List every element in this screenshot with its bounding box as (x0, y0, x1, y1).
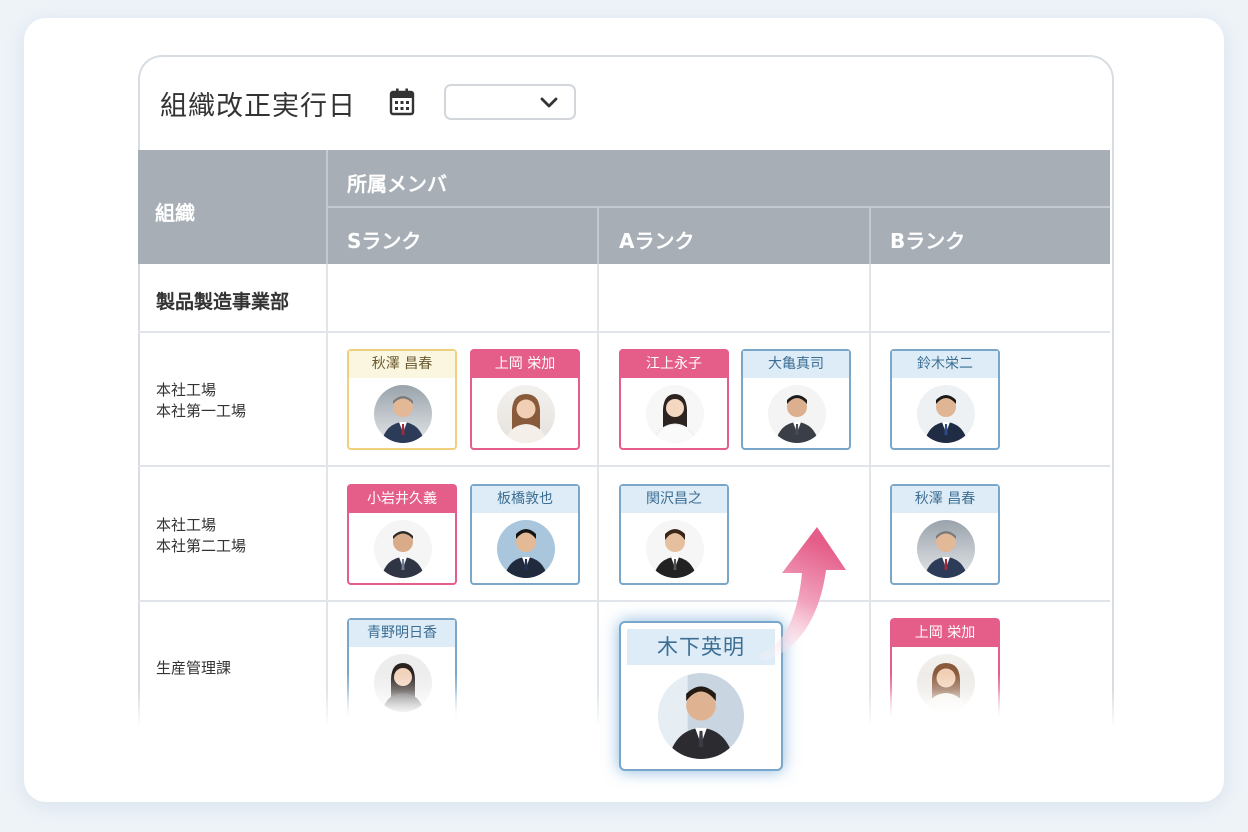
header-divider (597, 208, 599, 264)
grid-line (869, 264, 871, 724)
avatar (646, 520, 704, 578)
member-card[interactable]: 関沢昌之 (619, 484, 729, 585)
grid-line (138, 600, 1110, 602)
header-divider (328, 206, 1110, 208)
rank-header-b: Bランク (890, 229, 966, 253)
org-name: 本社工場 本社第一工場 (156, 380, 246, 422)
grid-line (597, 264, 599, 724)
org-name: 本社工場 本社第二工場 (156, 515, 246, 557)
avatar (658, 673, 744, 759)
member-name: 大亀真司 (743, 351, 849, 378)
org-name-line: 本社工場 (156, 516, 217, 534)
member-name: 青野明日香 (349, 620, 455, 647)
rank-header-a: Aランク (619, 229, 695, 253)
member-name: 秋澤 昌春 (892, 486, 998, 513)
chevron-down-icon (540, 97, 558, 108)
member-name: 上岡 栄加 (472, 351, 578, 378)
move-arrow-icon (758, 527, 846, 660)
member-name: 板橋敦也 (472, 486, 578, 513)
member-name: 江上永子 (621, 351, 727, 378)
member-card[interactable]: 秋澤 昌春 (890, 484, 1000, 585)
calendar-icon[interactable] (389, 88, 415, 116)
avatar (768, 385, 826, 443)
member-name: 小岩井久義 (349, 486, 455, 513)
grid-line (326, 264, 328, 724)
grid-line (138, 331, 1110, 333)
org-name-line: 本社第一工場 (156, 402, 247, 420)
member-card[interactable]: 江上永子 (619, 349, 729, 450)
members-header: 所属メンバ (347, 172, 447, 196)
page-title: 組織改正実行日 (160, 91, 356, 122)
org-column-header: 組織 (155, 201, 195, 225)
date-select[interactable] (444, 84, 576, 120)
org-name-line: 本社工場 (156, 381, 217, 399)
avatar (497, 385, 555, 443)
org-name: 製品製造事業部 (156, 291, 290, 313)
avatar (917, 520, 975, 578)
rank-header-s: Sランク (347, 229, 422, 253)
member-card[interactable]: 鈴木栄二 (890, 349, 1000, 450)
member-card[interactable]: 上岡 栄加 (470, 349, 580, 450)
member-card[interactable]: 板橋敦也 (470, 484, 580, 585)
member-card[interactable]: 小岩井久義 (347, 484, 457, 585)
member-name: 上岡 栄加 (892, 620, 998, 647)
avatar (646, 385, 704, 443)
avatar (917, 385, 975, 443)
org-name-line: 本社第二工場 (156, 537, 247, 555)
avatar (374, 520, 432, 578)
avatar (497, 520, 555, 578)
member-name: 鈴木栄二 (892, 351, 998, 378)
member-name: 関沢昌之 (621, 486, 727, 513)
header-divider (869, 208, 871, 264)
grid-line (138, 465, 1110, 467)
org-name: 生産管理課 (156, 659, 232, 677)
avatar (374, 385, 432, 443)
member-name: 秋澤 昌春 (349, 351, 455, 378)
member-card[interactable]: 秋澤 昌春 (347, 349, 457, 450)
member-card[interactable]: 大亀真司 (741, 349, 851, 450)
